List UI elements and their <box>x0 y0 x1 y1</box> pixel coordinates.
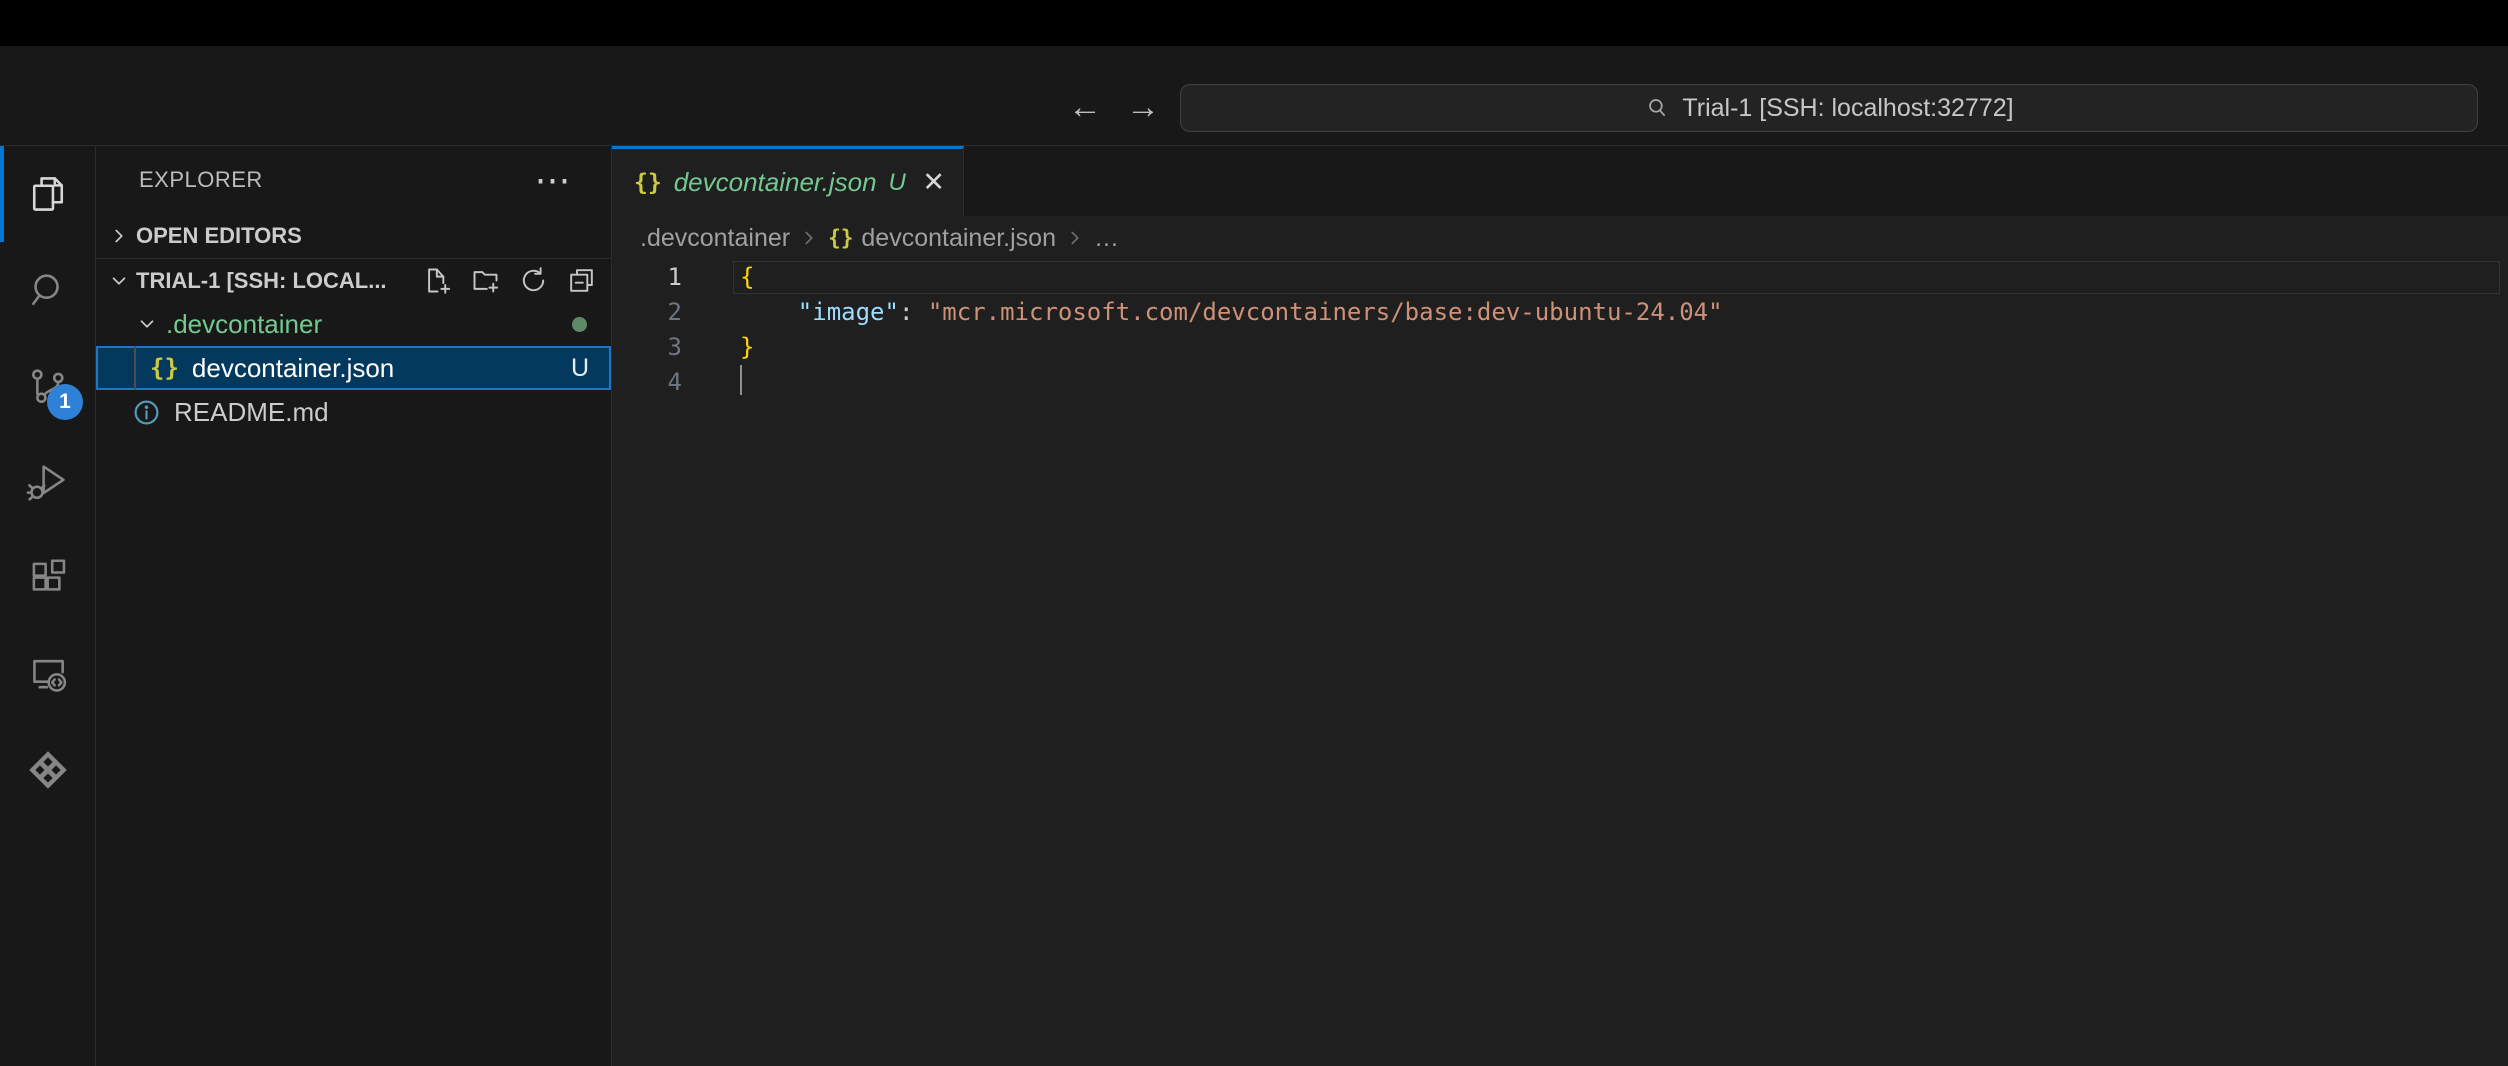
search-icon <box>1644 95 1670 121</box>
chevron-down-icon <box>136 313 158 335</box>
file-name: devcontainer.json <box>192 353 394 384</box>
tab-devcontainer-json[interactable]: {} devcontainer.json U ✕ <box>612 146 964 216</box>
git-modified-dot-badge <box>572 317 587 332</box>
activity-explorer-button[interactable] <box>0 146 95 242</box>
collapse-all-icon[interactable] <box>566 265 597 296</box>
tree-indent-guide <box>134 346 136 390</box>
refresh-icon[interactable] <box>518 265 549 296</box>
code-token: "mcr.microsoft.com/devcontainers/base:de… <box>928 298 1723 326</box>
open-editors-label: OPEN EDITORS <box>136 223 302 249</box>
macos-menu-bar-strip <box>0 0 2508 46</box>
activity-source-control-button[interactable]: 1 <box>0 338 95 434</box>
line-number: 1 <box>612 260 740 295</box>
activity-run-debug-button[interactable] <box>0 434 95 530</box>
activity-search-button[interactable] <box>0 242 95 338</box>
breadcrumb: .devcontainer {} devcontainer.json … <box>612 216 2508 260</box>
explorer-sidebar: EXPLORER ⋯ OPEN EDITORS TRIAL-1 [SSH: LO… <box>96 146 612 1066</box>
code-line-4: 4 <box>612 365 2508 400</box>
close-icon[interactable]: ✕ <box>922 167 945 198</box>
chevron-right-icon <box>1064 227 1086 249</box>
folder-name: .devcontainer <box>166 309 322 340</box>
tree-item-devcontainer-json[interactable]: {} devcontainer.json U <box>96 346 611 390</box>
tab-git-untracked-badge: U <box>889 169 906 197</box>
command-center-label: Trial-1 [SSH: localhost:32772] <box>1682 94 2013 123</box>
title-bar: ← → Trial-1 [SSH: localhost:32772] <box>0 46 2508 146</box>
code-line-1: 1 { <box>612 260 2508 295</box>
activity-remote-explorer-button[interactable] <box>0 626 95 722</box>
tab-strip: {} devcontainer.json U ✕ <box>612 146 2508 216</box>
tree-item-readme[interactable]: README.md <box>96 390 611 434</box>
code-token <box>740 298 798 326</box>
new-folder-icon[interactable] <box>470 265 501 296</box>
code-line-2: 2 "image": "mcr.microsoft.com/devcontain… <box>612 295 2508 330</box>
history-forward-button[interactable]: → <box>1126 88 1160 127</box>
json-file-icon: {} <box>828 226 853 250</box>
activity-bar: 1 <box>0 146 96 1066</box>
file-name: README.md <box>174 397 329 428</box>
breadcrumb-file[interactable]: devcontainer.json <box>861 224 1056 253</box>
project-section-label: TRIAL-1 [SSH: LOCAL... <box>136 268 387 294</box>
files-icon <box>26 172 70 216</box>
chevron-right-icon <box>798 227 820 249</box>
breadcrumb-symbol-ellipsis[interactable]: … <box>1094 224 1119 253</box>
run-and-debug-icon <box>26 460 70 504</box>
open-editors-section-header[interactable]: OPEN EDITORS <box>96 214 611 258</box>
remote-explorer-icon <box>26 652 70 696</box>
breadcrumb-folder[interactable]: .devcontainer <box>640 224 790 253</box>
info-file-icon <box>132 398 161 427</box>
activity-extensions-button[interactable] <box>0 530 95 626</box>
new-file-icon[interactable] <box>422 265 453 296</box>
editor-area: {} devcontainer.json U ✕ .devcontainer {… <box>612 146 2508 1066</box>
chevron-down-icon <box>108 270 130 292</box>
chevron-right-icon <box>108 225 130 247</box>
workbench: 1 <box>0 146 2508 1066</box>
history-back-button[interactable]: ← <box>1068 88 1102 127</box>
json-file-icon: {} <box>634 170 662 196</box>
code-token: : <box>899 298 928 326</box>
code-token: } <box>740 333 754 361</box>
project-section-header[interactable]: TRIAL-1 [SSH: LOCAL... <box>96 258 611 302</box>
sidebar-title: EXPLORER <box>139 167 263 193</box>
activity-dev-containers-button[interactable] <box>0 722 95 818</box>
code-token: { <box>740 263 754 291</box>
line-number: 3 <box>612 330 740 365</box>
search-icon <box>26 268 70 312</box>
code-token: "image" <box>798 298 899 326</box>
tab-label: devcontainer.json <box>674 167 877 198</box>
extensions-icon <box>26 556 70 600</box>
dev-containers-icon <box>25 747 71 793</box>
command-center[interactable]: Trial-1 [SSH: localhost:32772] <box>1180 84 2478 132</box>
line-number: 2 <box>612 295 740 330</box>
tree-item-devcontainer-folder[interactable]: .devcontainer <box>96 302 611 346</box>
source-control-badge: 1 <box>47 384 83 420</box>
line-number: 4 <box>612 365 740 400</box>
git-untracked-badge: U <box>571 354 589 383</box>
code-editor[interactable]: 1 { 2 "image": "mcr.microsoft.com/devcon… <box>612 260 2508 1066</box>
json-file-icon: {} <box>150 354 179 382</box>
code-line-3: 3 } <box>612 330 2508 365</box>
